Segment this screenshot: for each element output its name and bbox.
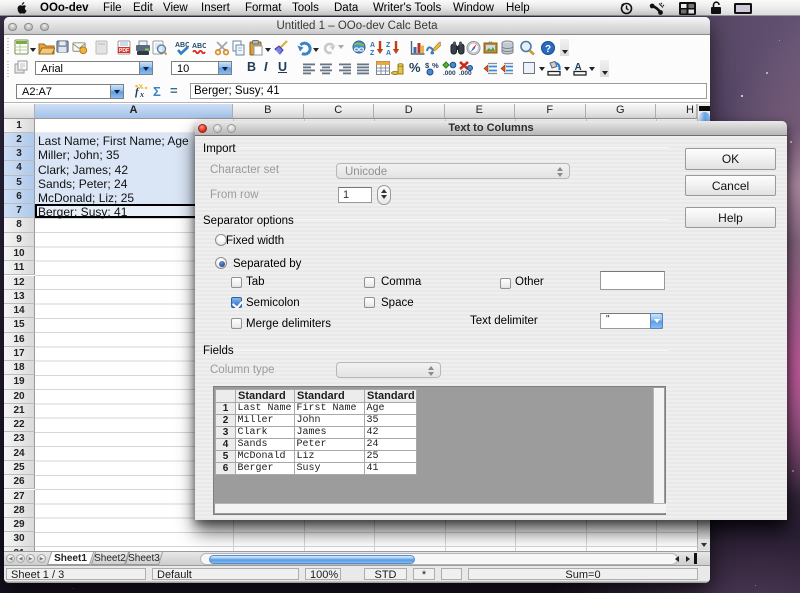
svg-text:?: ? xyxy=(545,44,551,55)
svg-text:.000: .000 xyxy=(459,70,472,76)
svg-text:Z: Z xyxy=(386,42,391,49)
svg-text:PDF: PDF xyxy=(119,48,129,54)
svg-text:Z: Z xyxy=(370,50,375,56)
svg-text:x: x xyxy=(139,90,144,99)
svg-text:.000: .000 xyxy=(443,70,456,76)
svg-text:A: A xyxy=(370,42,375,49)
svg-text:ABC: ABC xyxy=(192,43,206,50)
svg-text:A: A xyxy=(386,50,391,56)
svg-text:%: % xyxy=(432,61,439,70)
